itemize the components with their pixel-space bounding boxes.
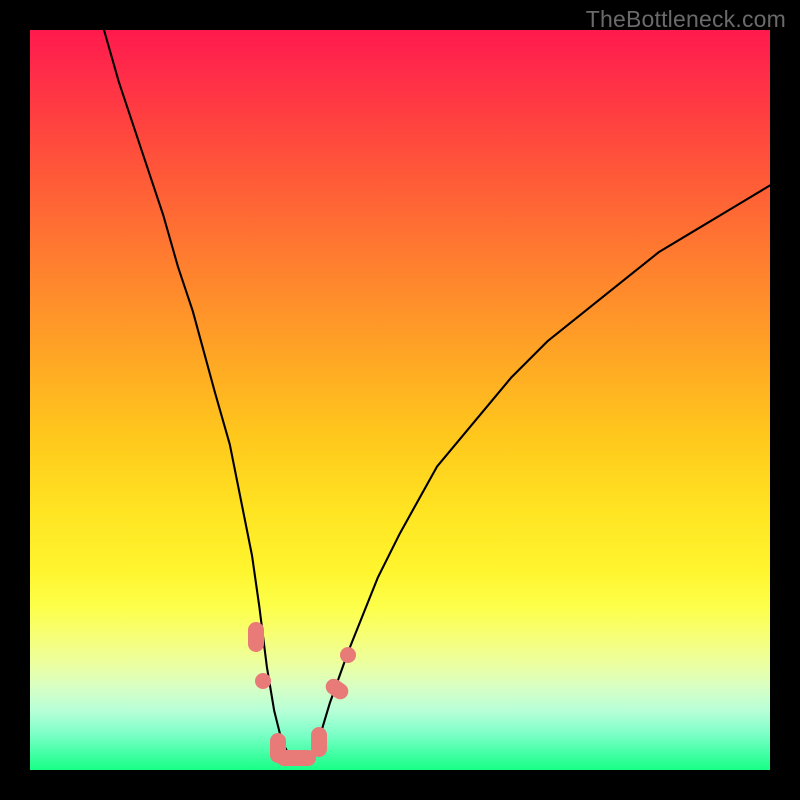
bottleneck-curve xyxy=(30,30,770,770)
marker-point-e xyxy=(311,727,327,757)
chart-frame: TheBottleneck.com xyxy=(0,0,800,800)
marker-point-b xyxy=(255,673,271,689)
watermark-text: TheBottleneck.com xyxy=(586,6,786,33)
plot-area xyxy=(30,30,770,770)
marker-point-a xyxy=(248,622,264,652)
marker-point-d xyxy=(276,750,316,766)
marker-point-g xyxy=(340,647,356,663)
